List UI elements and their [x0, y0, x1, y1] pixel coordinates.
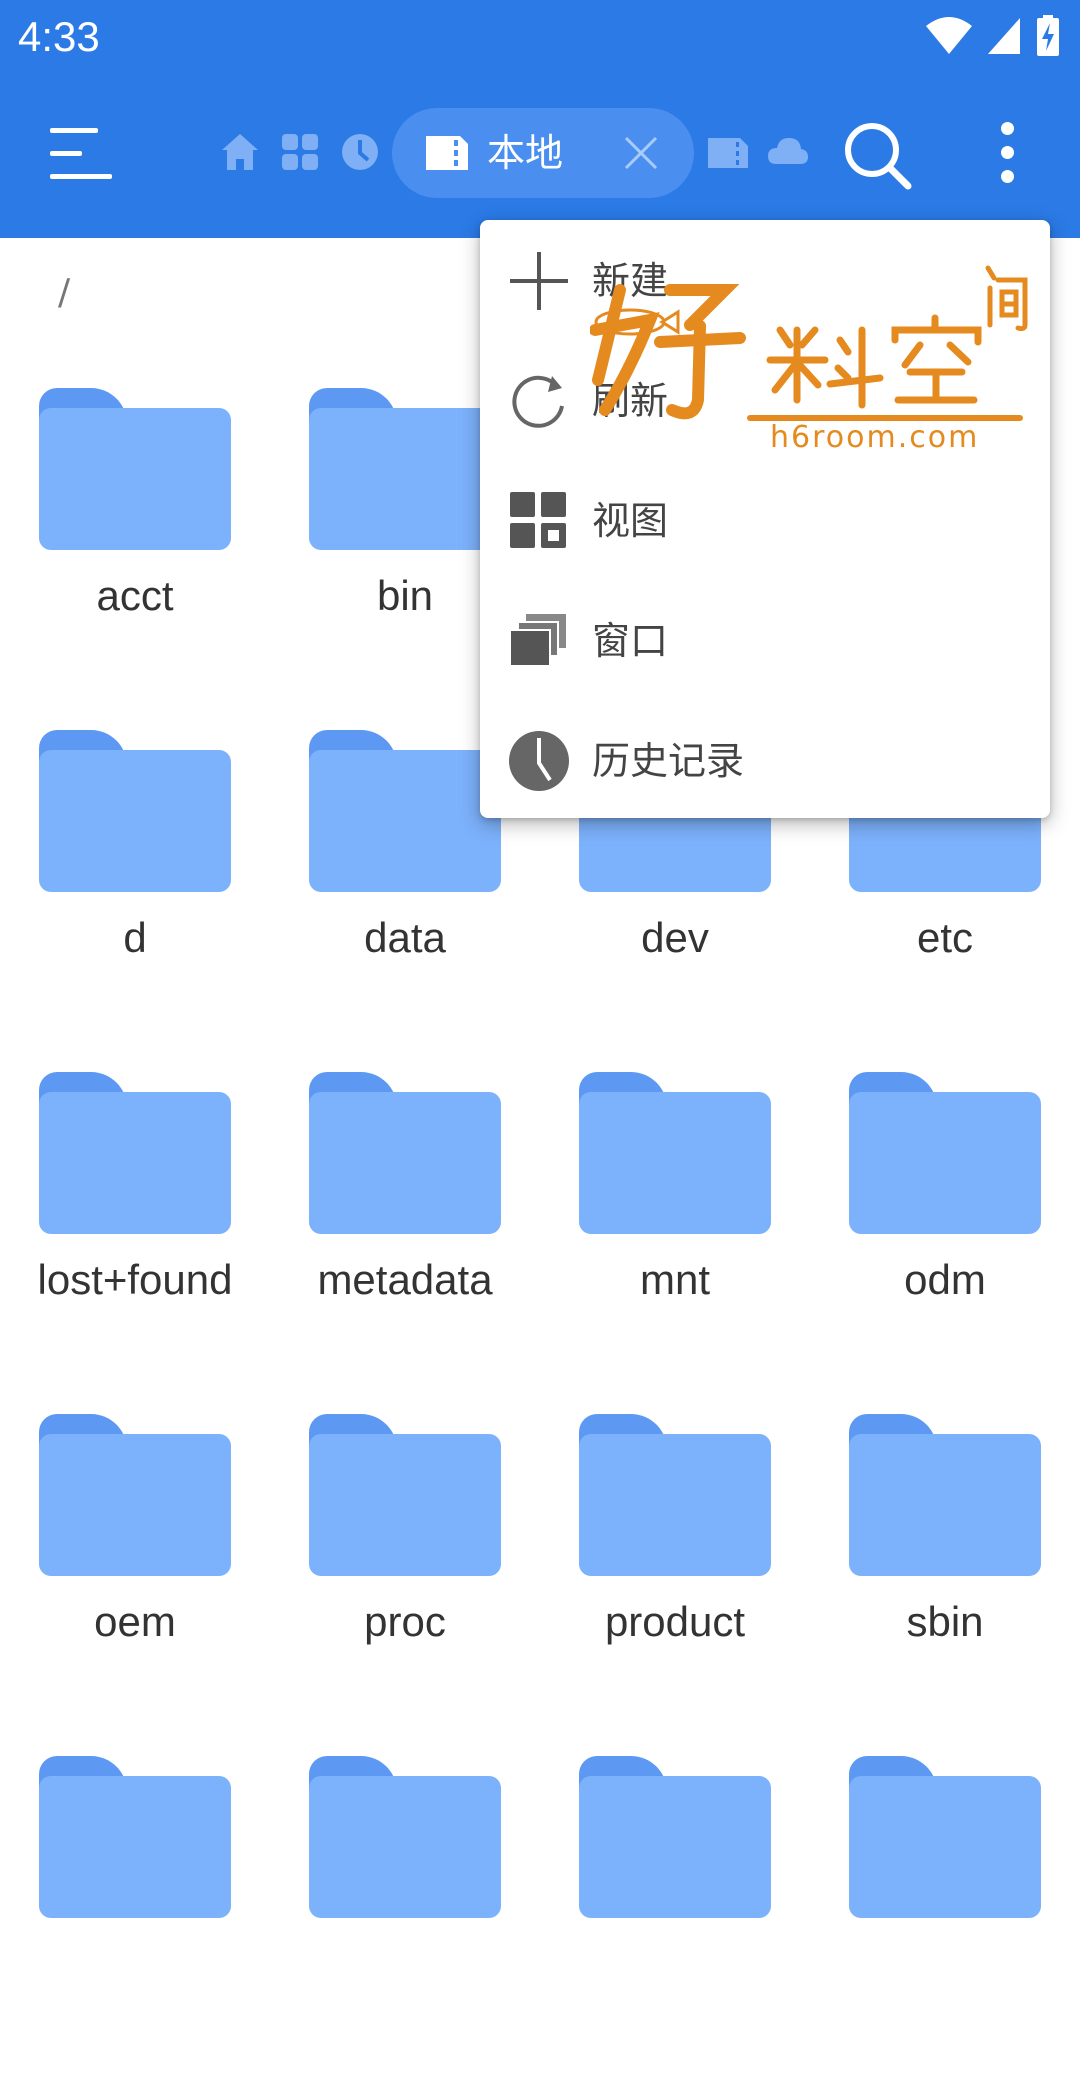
folder-name: lost+found	[37, 1256, 233, 1303]
menu-item-label: 视图	[592, 499, 669, 543]
folder-icon	[39, 388, 231, 550]
search-icon[interactable]	[842, 120, 912, 190]
folder-icon	[309, 730, 501, 892]
folder-item[interactable]: lost+found	[0, 1056, 270, 1398]
folder-icon	[309, 388, 501, 550]
history-icon	[509, 731, 569, 791]
folder-icon	[579, 1414, 771, 1576]
folder-item[interactable]: odm	[810, 1056, 1080, 1398]
watermark-logo-graphic	[589, 265, 1028, 421]
folder-name: acct	[96, 572, 174, 619]
apps-icon[interactable]	[278, 130, 322, 174]
clock-icon[interactable]	[338, 130, 382, 174]
watermark-url: h6room.com	[770, 420, 980, 455]
folder-item[interactable]: product	[540, 1398, 810, 1740]
folder-name: data	[364, 914, 446, 961]
wifi-icon	[926, 17, 972, 54]
menu-item-label: 历史记录	[592, 739, 745, 783]
dot	[1001, 146, 1014, 159]
folder-item[interactable]	[0, 1740, 270, 2082]
windows-icon	[509, 614, 566, 667]
cloud-icon[interactable]	[766, 130, 810, 174]
status-time: 4:33	[18, 13, 100, 60]
folder-icon	[309, 1756, 501, 1918]
menu-line	[50, 151, 82, 156]
folder-item[interactable]	[270, 1740, 540, 2082]
folder-icon	[39, 1414, 231, 1576]
dot	[1001, 170, 1014, 183]
folder-icon	[849, 1414, 1041, 1576]
folder-item[interactable]: acct	[0, 372, 270, 714]
folder-item[interactable]: mnt	[540, 1056, 810, 1398]
breadcrumb-path[interactable]: /	[58, 272, 70, 313]
sd-card-icon	[426, 136, 468, 170]
folder-icon	[309, 1414, 501, 1576]
folder-icon	[849, 1072, 1041, 1234]
folder-item[interactable]: metadata	[270, 1056, 540, 1398]
folder-name: odm	[904, 1256, 986, 1303]
folder-name: metadata	[317, 1256, 493, 1303]
menu-line	[50, 174, 112, 179]
status-icons	[926, 14, 1060, 58]
folder-item[interactable]	[810, 1740, 1080, 2082]
home-icon[interactable]	[218, 130, 262, 174]
folder-icon	[579, 1072, 771, 1234]
grid-view-icon	[510, 492, 566, 548]
folder-item[interactable]: d	[0, 714, 270, 1056]
folder-icon	[39, 1072, 231, 1234]
folder-name: dev	[641, 914, 709, 961]
folder-item[interactable]: proc	[270, 1398, 540, 1740]
tab-local-label: 本地	[487, 131, 564, 175]
folder-icon	[39, 730, 231, 892]
folder-name: mnt	[639, 1256, 710, 1303]
folder-name: sbin	[906, 1598, 984, 1645]
watermark-logo: h6room.com	[589, 260, 1030, 460]
more-options-button[interactable]	[988, 118, 1028, 198]
folder-name: proc	[364, 1598, 446, 1645]
dot	[1001, 122, 1014, 135]
folder-name: product	[604, 1598, 746, 1645]
menu-line	[50, 128, 98, 133]
folder-icon	[309, 1072, 501, 1234]
status-bar: 4:33	[0, 0, 1080, 78]
refresh-icon	[512, 375, 564, 428]
close-icon[interactable]	[622, 134, 660, 172]
device-icon[interactable]	[706, 130, 750, 174]
menu-item-window[interactable]: 窗口	[480, 580, 1050, 700]
folder-name: d	[123, 914, 147, 961]
menu-item-label: 窗口	[592, 619, 669, 663]
folder-name: etc	[916, 914, 974, 961]
folder-name: oem	[94, 1598, 176, 1645]
folder-item[interactable]	[540, 1740, 810, 2082]
folder-item[interactable]: oem	[0, 1398, 270, 1740]
menu-item-view[interactable]: 视图	[480, 460, 1050, 580]
plus-icon	[510, 252, 568, 310]
folder-item[interactable]: sbin	[810, 1398, 1080, 1740]
app-bar: 本地	[0, 78, 1080, 238]
menu-item-history[interactable]: 历史记录	[480, 700, 1050, 820]
signal-icon	[988, 18, 1020, 54]
folder-icon	[579, 1756, 771, 1918]
battery-charging-icon	[1037, 15, 1059, 56]
menu-button[interactable]	[50, 126, 114, 182]
folder-icon	[39, 1756, 231, 1918]
tab-local[interactable]: 本地	[392, 108, 694, 198]
folder-icon	[849, 1756, 1041, 1918]
